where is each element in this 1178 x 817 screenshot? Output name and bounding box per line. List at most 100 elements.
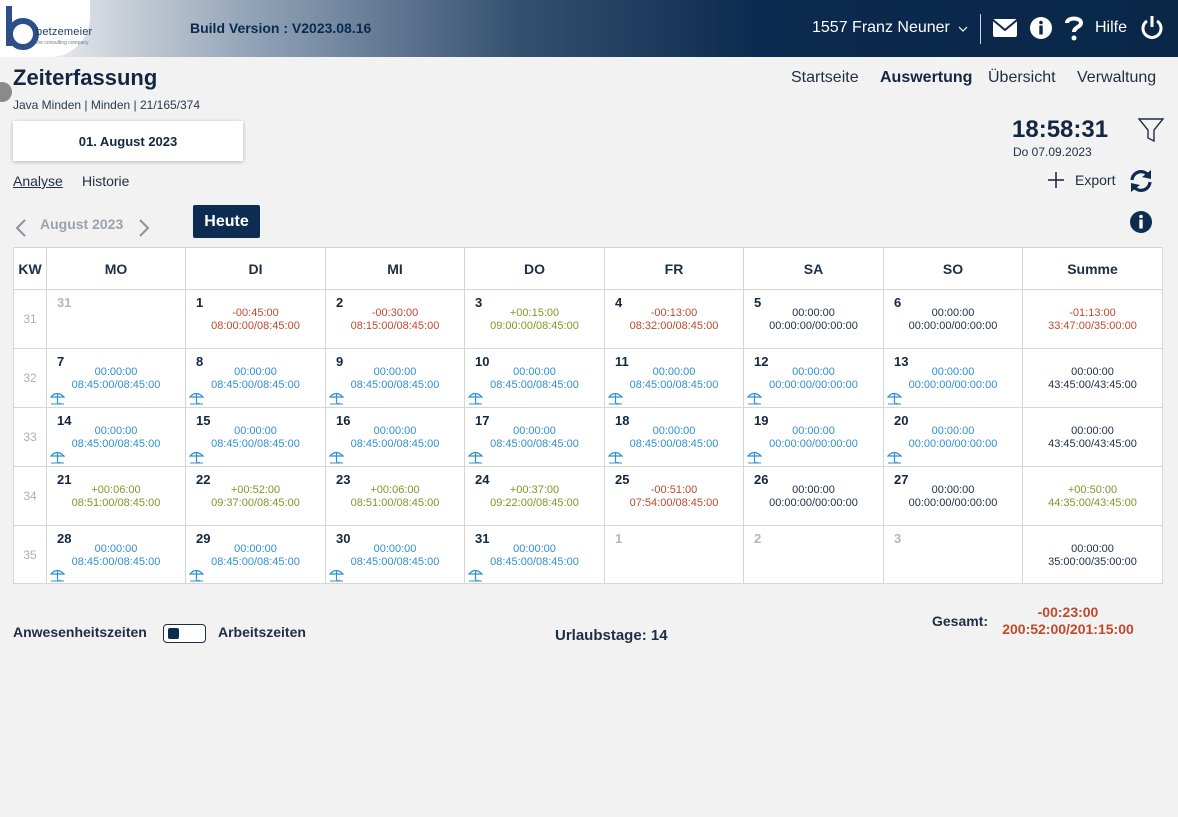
day-hours: 08:45:00/08:45:00 (350, 438, 440, 450)
calendar-day-cell[interactable]: 4 -00:13:00 08:32:00/08:45:00 (605, 290, 744, 349)
day-hours: 08:45:00/08:45:00 (629, 438, 719, 450)
tab-analyse[interactable]: Analyse (13, 173, 63, 189)
page-title: Zeiterfassung (13, 65, 158, 90)
date-picker[interactable]: 01. August 2023 (13, 121, 243, 161)
calendar-day-cell[interactable]: 21 +00:06:00 08:51:00/08:45:00 (47, 467, 186, 526)
nav-auswertung[interactable]: Auswertung (880, 69, 972, 87)
user-name[interactable]: 1557 Franz Neuner (812, 19, 950, 37)
week-sum-cell: 00:00:00 43:45:00/43:45:00 (1023, 408, 1162, 467)
calendar-day-cell[interactable]: 2 (744, 526, 884, 583)
day-hours: 08:45:00/08:45:00 (211, 379, 300, 391)
help-label[interactable]: Hilfe (1095, 19, 1127, 37)
calendar-day-cell[interactable]: 2 -00:30:00 08:15:00/08:45:00 (326, 290, 465, 349)
help-icon[interactable] (1063, 14, 1085, 42)
week-sum-difference: -01:13:00 (1069, 307, 1116, 319)
calendar-day-cell[interactable]: 13 00:00:00 00:00:00/00:00:00 (884, 349, 1023, 408)
info-icon[interactable] (1129, 210, 1153, 234)
day-number: 31 (57, 295, 72, 310)
vacation-umbrella-icon (49, 450, 66, 464)
column-header-sa: SA (744, 248, 884, 290)
calendar-day-cell[interactable]: 9 00:00:00 08:45:00/08:45:00 (326, 349, 465, 408)
chevron-down-icon[interactable] (958, 24, 968, 34)
day-difference: +00:06:00 (370, 484, 420, 496)
day-hours: 00:00:00/00:00:00 (908, 497, 998, 509)
calendar-day-cell[interactable]: 30 00:00:00 08:45:00/08:45:00 (326, 526, 465, 583)
calendar-day-cell[interactable]: 10 00:00:00 08:45:00/08:45:00 (465, 349, 605, 408)
export-button[interactable]: Export (1075, 172, 1115, 188)
mail-icon[interactable] (992, 17, 1018, 39)
day-hours: 08:45:00/08:45:00 (211, 438, 300, 450)
time-mode-toggle[interactable] (163, 624, 206, 643)
calendar-day-cell[interactable]: 15 00:00:00 08:45:00/08:45:00 (186, 408, 326, 467)
calendar-day-cell[interactable]: 25 -00:51:00 07:54:00/08:45:00 (605, 467, 744, 526)
month-label: August 2023 (40, 216, 124, 232)
day-hours: 00:00:00/00:00:00 (769, 379, 858, 391)
calendar-day-cell[interactable]: 5 00:00:00 00:00:00/00:00:00 (744, 290, 884, 349)
info-icon[interactable] (1029, 16, 1053, 40)
side-handle[interactable] (0, 82, 12, 102)
calendar-day-cell[interactable]: 3 (884, 526, 1023, 583)
week-sum-hours: 44:35:00/43:45:00 (1048, 497, 1137, 509)
calendar-day-cell[interactable]: 14 00:00:00 08:45:00/08:45:00 (47, 408, 186, 467)
calendar-day-cell[interactable]: 22 +00:52:00 09:37:00/08:45:00 (186, 467, 326, 526)
tab-historie[interactable]: Historie (82, 173, 129, 189)
day-difference: 00:00:00 (234, 543, 277, 555)
calendar-day-cell[interactable]: 31 00:00:00 08:45:00/08:45:00 (465, 526, 605, 583)
calendar-day-cell[interactable]: 31 (47, 290, 186, 349)
build-version: Build Version : V2023.08.16 (190, 20, 372, 36)
power-icon[interactable] (1140, 15, 1164, 41)
nav-uebersicht[interactable]: Übersicht (988, 69, 1056, 87)
day-difference: 00:00:00 (234, 425, 277, 437)
toggle-knob[interactable] (168, 628, 179, 639)
day-difference: -00:51:00 (650, 484, 698, 496)
week-sum-difference: 00:00:00 (1071, 366, 1114, 378)
calendar-day-cell[interactable]: 1 (605, 526, 744, 583)
calendar-day-cell[interactable]: 16 00:00:00 08:45:00/08:45:00 (326, 408, 465, 467)
calendar-grid: KW MO DI MI DO FR SA SO Summe 31 31 1 -00:45:00 08:00… (13, 247, 1163, 584)
vacation-umbrella-icon (328, 391, 345, 405)
plus-icon[interactable] (1047, 171, 1065, 189)
vacation-umbrella-icon (607, 391, 624, 405)
calendar-day-cell[interactable]: 11 00:00:00 08:45:00/08:45:00 (605, 349, 744, 408)
day-hours: 00:00:00/00:00:00 (908, 379, 998, 391)
vacation-umbrella-icon (49, 391, 66, 405)
logo-subtext: the consulting company (36, 40, 89, 46)
chevron-right-icon[interactable] (137, 218, 151, 238)
day-difference: 00:00:00 (931, 307, 975, 319)
vacation-days: Urlaubstage: 14 (555, 627, 668, 644)
calendar-day-cell[interactable]: 6 00:00:00 00:00:00/00:00:00 (884, 290, 1023, 349)
calendar-day-cell[interactable]: 24 +00:37:00 09:22:00/08:45:00 (465, 467, 605, 526)
company-logo[interactable]: betzemeier the consulting company (0, 0, 92, 57)
vacation-umbrella-icon (467, 568, 484, 582)
calendar-day-cell[interactable]: 19 00:00:00 00:00:00/00:00:00 (744, 408, 884, 467)
nav-startseite[interactable]: Startseite (791, 69, 859, 87)
chevron-left-icon[interactable] (14, 218, 28, 238)
calendar-day-cell[interactable]: 26 00:00:00 00:00:00/00:00:00 (744, 467, 884, 526)
day-difference: 00:00:00 (652, 425, 696, 437)
column-header-mi: MI (326, 248, 465, 290)
column-header-kw: KW (14, 248, 47, 290)
calendar-day-cell[interactable]: 28 00:00:00 08:45:00/08:45:00 (47, 526, 186, 583)
calendar-day-cell[interactable]: 3 +00:15:00 09:00:00/08:45:00 (465, 290, 605, 349)
nav-verwaltung[interactable]: Verwaltung (1077, 69, 1156, 87)
calendar-day-cell[interactable]: 20 00:00:00 00:00:00/00:00:00 (884, 408, 1023, 467)
calendar-day-cell[interactable]: 7 00:00:00 08:45:00/08:45:00 (47, 349, 186, 408)
calendar-day-cell[interactable]: 12 00:00:00 00:00:00/00:00:00 (744, 349, 884, 408)
calendar-day-cell[interactable]: 23 +00:06:00 08:51:00/08:45:00 (326, 467, 465, 526)
filter-icon[interactable] (1137, 116, 1165, 144)
calendar-day-cell[interactable]: 8 00:00:00 08:45:00/08:45:00 (186, 349, 326, 408)
week-sum-difference: 00:00:00 (1071, 543, 1114, 555)
day-number: 2 (754, 531, 762, 546)
calendar-day-cell[interactable]: 18 00:00:00 08:45:00/08:45:00 (605, 408, 744, 467)
refresh-icon[interactable] (1128, 168, 1154, 194)
calendar-day-cell[interactable]: 1 -00:45:00 08:00:00/08:45:00 (186, 290, 326, 349)
calendar-day-cell[interactable]: 17 00:00:00 08:45:00/08:45:00 (465, 408, 605, 467)
vacation-umbrella-icon (607, 450, 624, 464)
day-difference: 00:00:00 (792, 307, 835, 319)
calendar-day-cell[interactable]: 27 00:00:00 00:00:00/00:00:00 (884, 467, 1023, 526)
week-number: 34 (14, 467, 47, 526)
today-button[interactable]: Heute (193, 205, 260, 238)
day-difference: 00:00:00 (513, 425, 556, 437)
divider (980, 14, 981, 44)
calendar-day-cell[interactable]: 29 00:00:00 08:45:00/08:45:00 (186, 526, 326, 583)
